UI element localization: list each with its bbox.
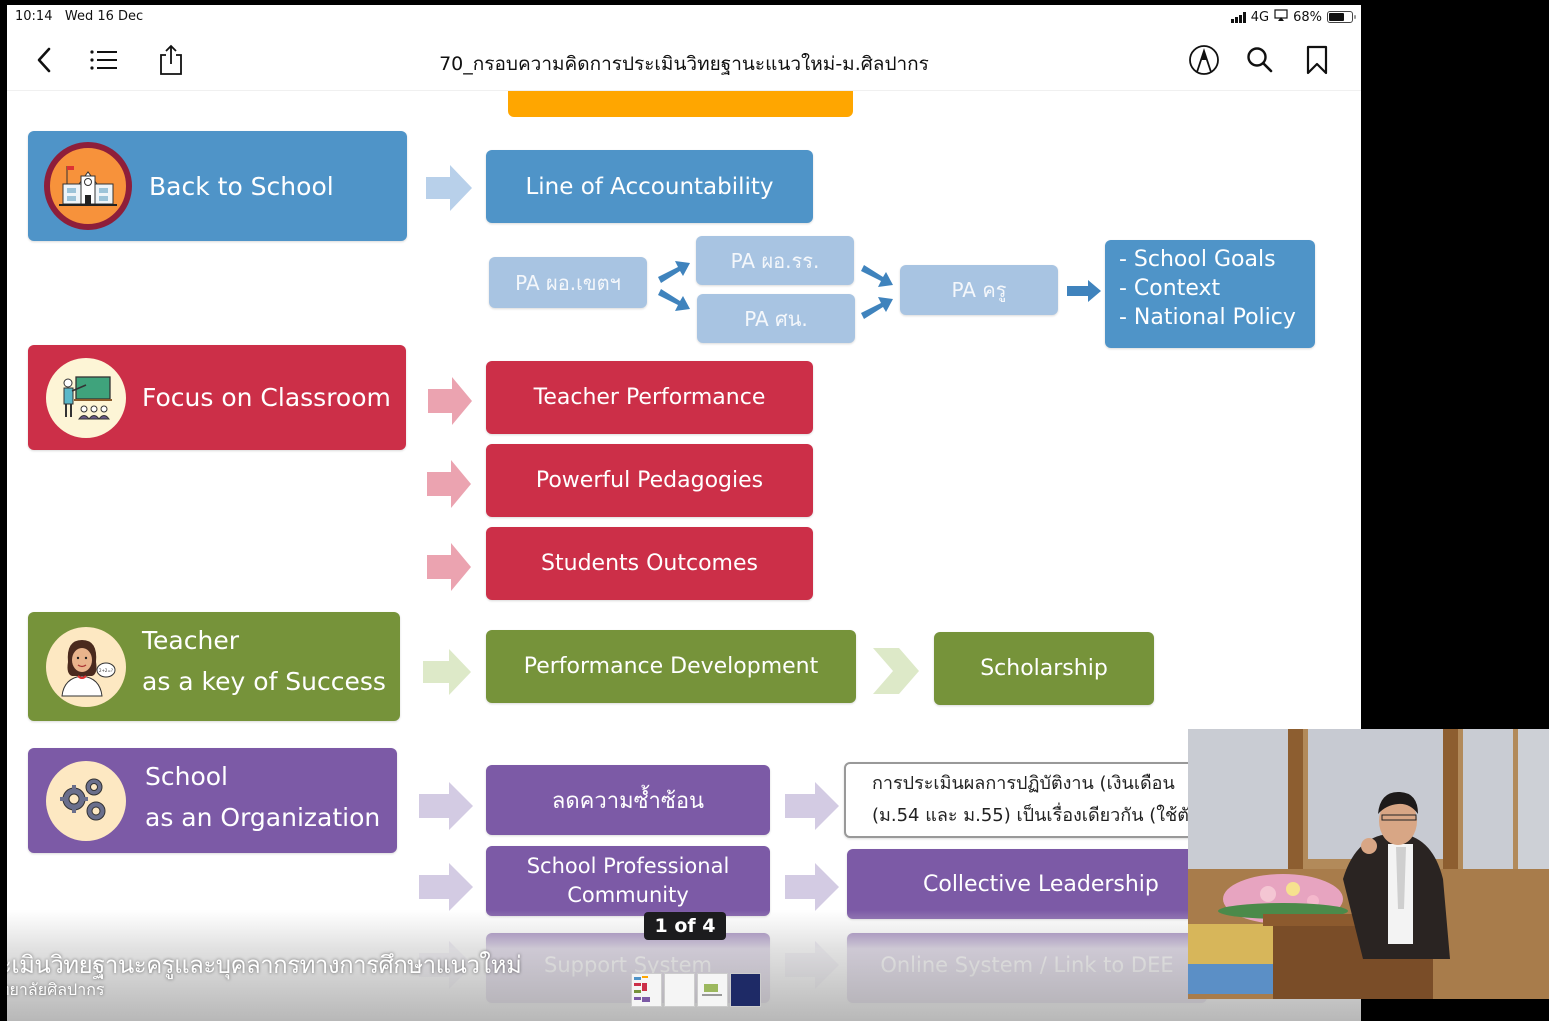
slide-page: Back to School Line of Accountability PA… xyxy=(7,91,1361,1021)
status-bar: 10:14 Wed 16 Dec 4G 68% xyxy=(7,5,1361,29)
battery-percent: 68% xyxy=(1293,9,1322,25)
reduce-redundancy-box: ลดความซ้ำซ้อน xyxy=(486,765,770,835)
category-school-as-organization: School as an Organization xyxy=(28,748,397,853)
goal-item: - Context xyxy=(1119,276,1221,301)
arrow-right-icon xyxy=(425,541,473,597)
arrow-right-icon xyxy=(417,780,475,836)
teacher-classroom-icon xyxy=(46,357,126,438)
arrow-right-icon xyxy=(1066,279,1102,307)
arrow-right-icon xyxy=(421,647,473,701)
page-thumbnail[interactable] xyxy=(697,973,728,1007)
ipad-screen: 10:14 Wed 16 Dec 4G 68% 70_กรอบความคิดกา… xyxy=(7,5,1361,1021)
search-icon xyxy=(1247,47,1273,73)
video-caption-subtitle: ทยาลัยศิลปากร xyxy=(7,980,105,999)
pip-video-speaker[interactable] xyxy=(1188,729,1549,999)
school-professional-community-box: School Professional Community xyxy=(486,846,770,916)
page-thumbnail[interactable] xyxy=(631,973,662,1007)
arrow-down-right-icon xyxy=(656,287,692,319)
arrow-right-icon xyxy=(417,861,475,917)
page-thumbnail[interactable] xyxy=(664,973,695,1007)
arrow-down-right-icon xyxy=(859,263,895,295)
category-back-to-school: Back to School xyxy=(28,131,407,241)
evaluation-line1: การประเมินผลการปฏิบัติงาน (เงินเดือน xyxy=(872,773,1175,794)
gears-icon xyxy=(46,760,126,841)
battery-icon xyxy=(1327,11,1356,23)
airplay-icon xyxy=(1274,9,1288,25)
status-right: 4G 68% xyxy=(1230,9,1356,25)
markup-button[interactable] xyxy=(1187,43,1221,77)
bookmark-icon xyxy=(1306,45,1328,75)
letterbox xyxy=(1361,0,1549,729)
category-label-line1: School xyxy=(145,762,228,791)
books-toolbar: 70_กรอบความคิดการประเมินวิทยฐานะแนวใหม่-… xyxy=(7,35,1361,91)
goal-item: - School Goals xyxy=(1119,247,1276,272)
arrow-right-icon xyxy=(424,163,474,217)
school-building-icon xyxy=(44,142,132,230)
arrow-right-icon xyxy=(783,780,841,836)
bookmark-button[interactable] xyxy=(1300,43,1334,77)
category-label-line2: as a key of Success xyxy=(142,667,386,696)
arrow-up-right-icon xyxy=(859,293,895,325)
category-label-line1: Teacher xyxy=(142,626,239,655)
pa-supervisor-box: PA ศน. xyxy=(697,294,855,343)
page-thumbnail[interactable] xyxy=(730,973,761,1007)
evaluation-line2: (ม.54 และ ม.55) เป็นเรื่องเดียวกัน (ใช้ต… xyxy=(872,805,1189,826)
performance-evaluation-box: การประเมินผลการปฏิบัติงาน (เงินเดือน (ม.… xyxy=(844,762,1204,838)
page-indicator: 1 of 4 xyxy=(644,912,726,940)
spc-line2: Community xyxy=(567,883,689,907)
arrow-right-icon xyxy=(783,861,841,917)
spc-line1: School Professional xyxy=(526,854,730,878)
school-goals-box: - School Goals - Context - National Poli… xyxy=(1105,240,1315,348)
orange-header-bar xyxy=(508,91,853,117)
arrow-right-icon xyxy=(425,458,473,514)
pa-teacher-box: PA ครู xyxy=(900,265,1058,315)
teacher-performance-box: Teacher Performance xyxy=(486,361,813,434)
speaker-video-frame xyxy=(1188,729,1549,999)
scholarship-box: Scholarship xyxy=(934,632,1154,705)
svg-text:2+2=?: 2+2=? xyxy=(99,668,113,673)
category-label: Focus on Classroom xyxy=(142,383,391,412)
page-thumbnails[interactable] xyxy=(631,973,761,1007)
document-title: 70_กรอบความคิดการประเมินวิทยฐานะแนวใหม่-… xyxy=(439,53,929,75)
performance-development-box: Performance Development xyxy=(486,630,856,703)
powerful-pedagogies-box: Powerful Pedagogies xyxy=(486,444,813,517)
collective-leadership-box: Collective Leadership xyxy=(847,849,1207,919)
category-label: Back to School xyxy=(149,171,334,201)
category-focus-on-classroom: Focus on Classroom xyxy=(28,345,406,450)
cellular-signal-icon xyxy=(1230,11,1246,23)
pa-school-director-box: PA ผอ.รร. xyxy=(696,236,854,285)
category-teacher-key-of-success: 2+2=? Teacher as a key of Success xyxy=(28,612,400,721)
line-of-accountability-box: Line of Accountability xyxy=(486,150,813,223)
search-button[interactable] xyxy=(1243,43,1277,77)
goal-item: - National Policy xyxy=(1119,305,1296,330)
arrow-right-icon xyxy=(426,375,474,431)
pa-district-box: PA ผอ.เขตฯ xyxy=(489,257,647,308)
teacher-avatar-icon: 2+2=? xyxy=(46,626,126,707)
students-outcomes-box: Students Outcomes xyxy=(486,527,813,600)
category-label-line2: as an Organization xyxy=(145,803,381,832)
markup-icon xyxy=(1189,45,1219,75)
status-time: 10:14 Wed 16 Dec xyxy=(15,9,144,24)
arrow-up-right-icon xyxy=(656,257,692,289)
network-type: 4G xyxy=(1250,9,1270,25)
chevron-right-icon xyxy=(871,646,921,700)
